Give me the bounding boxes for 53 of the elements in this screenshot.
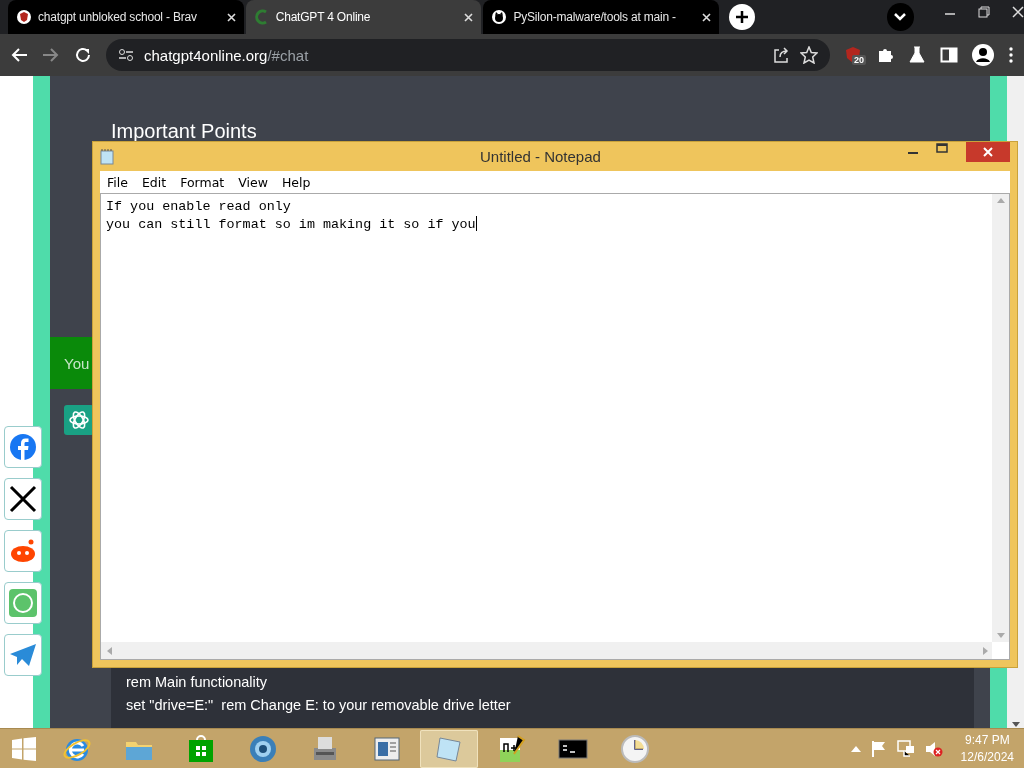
restore-icon[interactable] <box>978 6 990 18</box>
share-icon[interactable] <box>772 46 790 64</box>
sidebar-icon[interactable] <box>940 46 958 64</box>
maximize-icon[interactable] <box>936 142 948 154</box>
address-bar[interactable]: chatgpt4online.org/#chat <box>106 39 830 71</box>
tab-title: ChatGPT 4 Online <box>275 10 372 24</box>
close-button[interactable] <box>966 142 1010 162</box>
forward-icon[interactable] <box>42 47 60 63</box>
close-icon[interactable] <box>1012 6 1024 18</box>
speaker-muted-icon[interactable] <box>924 739 943 758</box>
reload-icon[interactable] <box>74 46 92 64</box>
browser-tab[interactable]: ChatGPT 4 Online <box>245 0 482 34</box>
close-icon[interactable] <box>226 12 236 22</box>
shield-icon <box>16 9 32 25</box>
cat-icon <box>491 9 508 25</box>
x-logo-icon <box>9 485 37 513</box>
avatar-icon[interactable] <box>972 44 994 66</box>
facebook-icon <box>9 433 37 461</box>
close-icon <box>983 147 993 157</box>
url-text: chatgpt4online.org/#chat <box>144 46 309 64</box>
chevron-down-icon[interactable] <box>894 13 907 21</box>
browser-tab[interactable]: PySilon-malware/tools at main - <box>483 0 720 34</box>
clock-date: 12/6/2024 <box>960 750 1014 764</box>
window-title: Untitled - Notepad <box>480 148 601 165</box>
section-heading: Important Points <box>111 120 258 143</box>
plus-icon[interactable] <box>734 10 749 24</box>
menu-item[interactable]: Help <box>274 174 318 190</box>
clock-time: 9:47 PM <box>964 733 1010 747</box>
share-button[interactable] <box>4 478 42 520</box>
menu-item[interactable]: Edit <box>134 174 174 190</box>
tab-title: chatgpt unbloked school - Brav <box>38 10 198 24</box>
menu-icon[interactable] <box>1008 46 1014 64</box>
close-icon[interactable] <box>702 12 712 22</box>
back-icon[interactable] <box>10 47 28 63</box>
extension-badge: 20 <box>852 55 866 65</box>
network-icon[interactable] <box>896 739 915 758</box>
menu-item[interactable]: Format <box>173 174 232 190</box>
close-icon[interactable] <box>464 12 474 22</box>
site-settings-icon <box>118 48 134 62</box>
clock-icon <box>620 733 650 764</box>
menu-item[interactable]: File <box>100 174 135 190</box>
code-line: set "drive=E:" rem Change E: to your removable drive letter <box>126 697 512 713</box>
puzzle-icon[interactable] <box>876 46 894 64</box>
notepad-icon <box>100 148 114 165</box>
extension-button[interactable]: 20 <box>844 46 862 64</box>
store-icon <box>186 733 216 764</box>
flask-icon[interactable] <box>908 46 926 64</box>
star-icon[interactable] <box>800 46 818 64</box>
menu-item[interactable]: View <box>231 174 275 190</box>
code-line: rem Main functionality <box>126 674 269 690</box>
robot-icon <box>9 537 37 565</box>
tab-title: PySilon-malware/tools at main - <box>513 10 677 24</box>
browser-tab[interactable]: chatgpt unbloked school - Brav <box>8 0 244 34</box>
